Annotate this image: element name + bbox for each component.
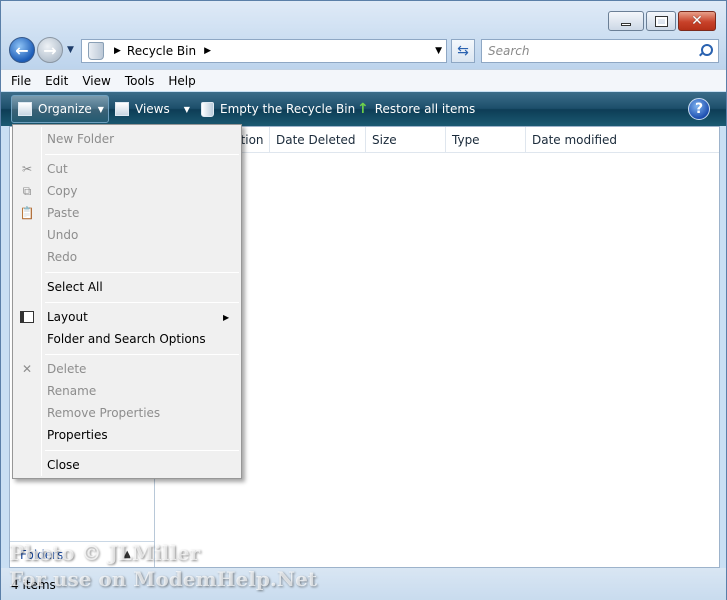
layout-icon [19,309,35,325]
submenu-arrow-icon: ▶ [223,313,230,322]
help-icon: ? [694,101,704,117]
views-label: Views [135,102,170,116]
menu-item-close[interactable]: Close [47,455,80,475]
recycle-bin-icon [88,42,104,60]
navigation-buttons: ← → ▼ [9,37,74,63]
column-date-deleted[interactable]: Date Deleted [270,127,366,153]
delete-icon: ✕ [21,362,33,376]
back-button[interactable]: ← [9,37,35,63]
menu-item-rename[interactable]: Rename [47,381,96,401]
maximize-button[interactable] [646,11,676,31]
column-date-modified[interactable]: Date modified [526,127,626,153]
watermark-line-2: For use on ModemHelp.Net [9,567,318,591]
restore-all-button[interactable]: ↑ Restore all items [357,92,475,126]
maximize-icon [654,15,668,27]
refresh-button[interactable]: ⇆ [451,39,475,63]
paste-icon: 📋 [19,206,35,220]
forward-arrow-icon: → [43,40,57,60]
close-button[interactable]: ✕ [678,11,716,31]
breadcrumb-chevron-icon[interactable]: ▶ [204,46,211,56]
views-button[interactable]: Views ▼ [115,92,190,126]
menu-separator [45,302,239,303]
back-arrow-icon: ← [15,40,29,60]
menu-item-undo[interactable]: Undo [47,225,78,245]
copy-icon: ⧉ [22,183,32,198]
address-dropdown-icon[interactable]: ▼ [435,46,442,56]
address-bar[interactable]: ▶ Recycle Bin ▶ ▼ [81,39,447,63]
menu-separator [45,450,239,451]
menu-item-delete[interactable]: Delete [47,359,86,379]
breadcrumb-recycle-bin[interactable]: Recycle Bin [127,44,196,58]
organize-icon [18,102,32,116]
restore-all-label: Restore all items [374,102,476,116]
menu-view[interactable]: View [82,74,110,88]
search-input[interactable] [482,44,698,58]
close-icon: ✕ [691,13,703,29]
menu-separator [45,354,239,355]
menu-help[interactable]: Help [168,74,195,88]
menu-gutter [41,127,42,476]
refresh-icon: ⇆ [457,43,469,59]
search-icon[interactable] [698,44,713,58]
menu-item-copy[interactable]: Copy [47,181,77,201]
minimize-icon [621,22,631,26]
help-button[interactable]: ? [688,98,710,120]
search-box [481,39,719,63]
menu-item-remove-properties[interactable]: Remove Properties [47,403,160,423]
command-bar: Organize ▼ Views ▼ Empty the Recycle Bin… [1,92,726,126]
organize-menu: New Folder ✂ Cut ⧉ Copy 📋 Paste Undo Red… [12,124,242,479]
menu-item-new-folder[interactable]: New Folder [47,129,114,149]
organize-button[interactable]: Organize ▼ [11,95,109,123]
menu-separator [45,154,239,155]
explorer-window: ✕ ← → ▼ ▶ Recycle Bin ▶ ▼ ⇆ File Edit Vi… [0,0,727,600]
menu-item-folder-search-options[interactable]: Folder and Search Options [47,329,206,349]
menu-item-select-all[interactable]: Select All [47,277,103,297]
menu-tools[interactable]: Tools [125,74,155,88]
organize-label: Organize [38,102,92,116]
cut-icon: ✂ [21,162,33,176]
menu-item-properties[interactable]: Properties [47,425,108,445]
chevron-down-icon: ▼ [183,104,190,114]
menu-item-layout[interactable]: Layout [47,307,88,327]
forward-button[interactable]: → [37,37,63,63]
column-type[interactable]: Type [446,127,526,153]
empty-recycle-bin-label: Empty the Recycle Bin [220,102,356,116]
recent-pages-dropdown[interactable]: ▼ [67,45,74,55]
chevron-down-icon: ▼ [97,104,104,114]
column-size[interactable]: Size [366,127,446,153]
views-icon [115,102,129,116]
watermark-line-1: Photo © JLMiller [9,541,201,565]
menu-item-redo[interactable]: Redo [47,247,77,267]
minimize-button[interactable] [608,11,644,31]
menu-edit[interactable]: Edit [45,74,68,88]
menu-separator [45,272,239,273]
breadcrumb-chevron-icon[interactable]: ▶ [114,46,121,56]
menu-file[interactable]: File [11,74,31,88]
empty-bin-icon [201,101,214,117]
caption-buttons: ✕ [606,11,716,31]
empty-recycle-bin-button[interactable]: Empty the Recycle Bin [201,92,355,126]
restore-icon: ↑ [357,101,369,117]
menu-item-cut[interactable]: Cut [47,159,68,179]
menu-bar: File Edit View Tools Help [1,69,726,91]
menu-item-paste[interactable]: Paste [47,203,79,223]
